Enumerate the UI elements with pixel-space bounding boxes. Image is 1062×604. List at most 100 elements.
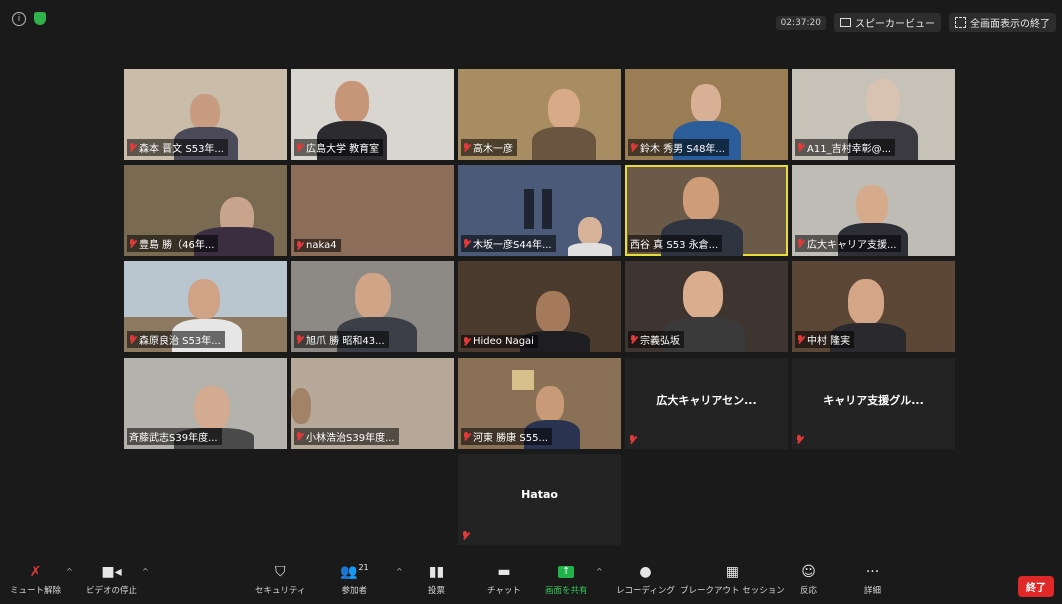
participant-tile[interactable]: 斉藤武志S39年度...	[124, 358, 287, 449]
participant-name-tag: 中村 隆実	[795, 331, 855, 348]
participant-tile-active-speaker[interactable]: 西谷 真 S53 永倉...	[625, 165, 788, 256]
audio-options-caret[interactable]: ^	[66, 567, 73, 576]
muted-mic-icon	[296, 241, 303, 250]
breakout-grid-icon: ▦	[725, 564, 739, 580]
smiley-icon: ☺	[801, 564, 816, 580]
record-button[interactable]: ● レコーディング	[616, 562, 675, 596]
participant-tile[interactable]: 広大キャリア支援...	[792, 165, 955, 256]
encryption-shield-icon[interactable]	[34, 12, 46, 25]
muted-mic-icon	[797, 335, 804, 344]
participant-name-tag: naka4	[294, 239, 341, 252]
exit-fullscreen-label: 全画面表示の終了	[970, 19, 1050, 30]
participant-name-tag: 小林浩治S39年度...	[294, 428, 399, 445]
participants-icon: 👥 21	[340, 562, 369, 581]
participants-button[interactable]: 👥 21 参加者	[340, 562, 369, 597]
muted-mic-icon	[463, 432, 470, 441]
participant-tile[interactable]: 河東 勝康 S55...	[458, 358, 621, 449]
stop-video-button[interactable]: ■◂ ビデオの停止	[86, 562, 137, 596]
bar-chart-icon: ▮▮	[428, 564, 445, 580]
participant-tile[interactable]: 木坂一彦S44年...	[458, 165, 621, 256]
participant-name-tag: A11_吉村幸彰@...	[795, 139, 896, 156]
video-camera-icon: ■◂	[101, 564, 122, 580]
muted-mic-icon	[797, 239, 804, 248]
share-screen-icon: ↑	[558, 566, 575, 578]
participant-name-tag: 河東 勝康 S55...	[461, 428, 552, 445]
participant-tile[interactable]: A11_吉村幸彰@...	[792, 69, 955, 160]
participant-tile[interactable]: 中村 隆実	[792, 261, 955, 352]
participants-options-caret[interactable]: ^	[396, 567, 403, 576]
exit-fullscreen-icon	[955, 17, 966, 28]
muted-mic-icon	[630, 143, 637, 152]
muted-mic-icon	[129, 239, 136, 248]
speaker-view-icon	[840, 18, 851, 27]
participant-display-name: Hatao	[521, 488, 558, 501]
participant-name-tag: 豊島 勝（46年...	[127, 235, 219, 252]
participant-name-tag: 広大キャリア支援...	[795, 235, 901, 252]
muted-mic-icon	[463, 143, 470, 152]
muted-mic-icon	[463, 337, 470, 346]
participant-name-tag: 旭爪 勝 昭和43...	[294, 331, 389, 348]
participant-name-tag: 高木一彦	[461, 139, 517, 156]
participant-name-tag: 西谷 真 S53 永倉...	[628, 235, 723, 252]
participant-display-name: キャリア支援グル...	[823, 394, 924, 407]
muted-mic-icon	[629, 435, 636, 444]
ellipsis-icon: ···	[865, 564, 880, 580]
participant-name-tag: 森本 晋文 S53年...	[127, 139, 228, 156]
participant-tile-no-video[interactable]: 広大キャリアセン...	[625, 358, 788, 449]
participant-tile[interactable]: 広島大学 教育室	[291, 69, 454, 160]
participant-name-tag: Hideo Nagai	[461, 335, 538, 348]
muted-mic-icon	[796, 435, 803, 444]
participant-tile[interactable]: Hideo Nagai	[458, 261, 621, 352]
participant-tile[interactable]: 森本 晋文 S53年...	[124, 69, 287, 160]
polls-button[interactable]: ▮▮ 投票	[428, 562, 445, 596]
participant-name-tag: 斉藤武志S39年度...	[127, 428, 222, 445]
muted-mic-icon	[462, 531, 469, 540]
participant-tile[interactable]: 旭爪 勝 昭和43...	[291, 261, 454, 352]
participant-name-tag: 宗義弘坂	[628, 331, 684, 348]
participant-tile[interactable]: 宗義弘坂	[625, 261, 788, 352]
video-options-caret[interactable]: ^	[142, 567, 149, 576]
mic-muted-icon: ✗	[29, 564, 42, 580]
participant-display-name: 広大キャリアセン...	[656, 394, 757, 407]
chat-button[interactable]: ▬ チャット	[487, 562, 521, 596]
more-button[interactable]: ··· 詳細	[864, 562, 881, 596]
breakout-rooms-button[interactable]: ▦ ブレークアウト セッション	[680, 562, 785, 596]
meeting-top-bar: i 02:37:20 スピーカービュー 全画面表示の終了	[0, 0, 1062, 40]
speaker-view-label: スピーカービュー	[855, 19, 935, 30]
exit-fullscreen-button[interactable]: 全画面表示の終了	[949, 13, 1056, 32]
participant-tile[interactable]: 鈴木 秀男 S48年...	[625, 69, 788, 160]
participants-count: 21	[358, 562, 369, 572]
participant-name-tag: 森原良治 S53年...	[127, 331, 225, 348]
muted-mic-icon	[630, 335, 637, 344]
meeting-info-area: i	[12, 12, 46, 26]
participant-name-tag: 木坂一彦S44年...	[461, 235, 556, 252]
muted-mic-icon	[296, 432, 303, 441]
muted-mic-icon	[296, 143, 303, 152]
record-icon: ●	[639, 564, 652, 580]
participant-tile-no-video[interactable]: Hatao	[458, 454, 621, 545]
unmute-button[interactable]: ✗ ミュート解除	[10, 562, 61, 596]
chat-bubble-icon: ▬	[497, 564, 511, 580]
muted-mic-icon	[463, 239, 470, 248]
participant-tile[interactable]: 小林浩治S39年度...	[291, 358, 454, 449]
share-screen-button[interactable]: ↑ 画面を共有	[545, 562, 588, 596]
participant-tile[interactable]: 豊島 勝（46年...	[124, 165, 287, 256]
muted-mic-icon	[129, 335, 136, 344]
participant-tile[interactable]: naka4	[291, 165, 454, 256]
participant-tile[interactable]: 森原良治 S53年...	[124, 261, 287, 352]
security-button[interactable]: ⛉ セキュリティ	[255, 562, 306, 596]
participant-tile[interactable]: 高木一彦	[458, 69, 621, 160]
muted-mic-icon	[296, 335, 303, 344]
info-icon[interactable]: i	[12, 12, 26, 26]
muted-mic-icon	[129, 143, 136, 152]
end-meeting-button[interactable]: 終了	[1018, 576, 1054, 597]
participant-name-tag: 広島大学 教育室	[294, 139, 384, 156]
reactions-button[interactable]: ☺ 反応	[800, 562, 817, 596]
participant-tile-no-video[interactable]: キャリア支援グル...	[792, 358, 955, 449]
muted-mic-icon	[797, 143, 804, 152]
meeting-timer: 02:37:20	[775, 15, 826, 30]
view-controls: 02:37:20 スピーカービュー 全画面表示の終了	[775, 13, 1056, 32]
speaker-view-button[interactable]: スピーカービュー	[834, 13, 941, 32]
share-options-caret[interactable]: ^	[596, 567, 603, 576]
participant-name-tag: 鈴木 秀男 S48年...	[628, 139, 729, 156]
